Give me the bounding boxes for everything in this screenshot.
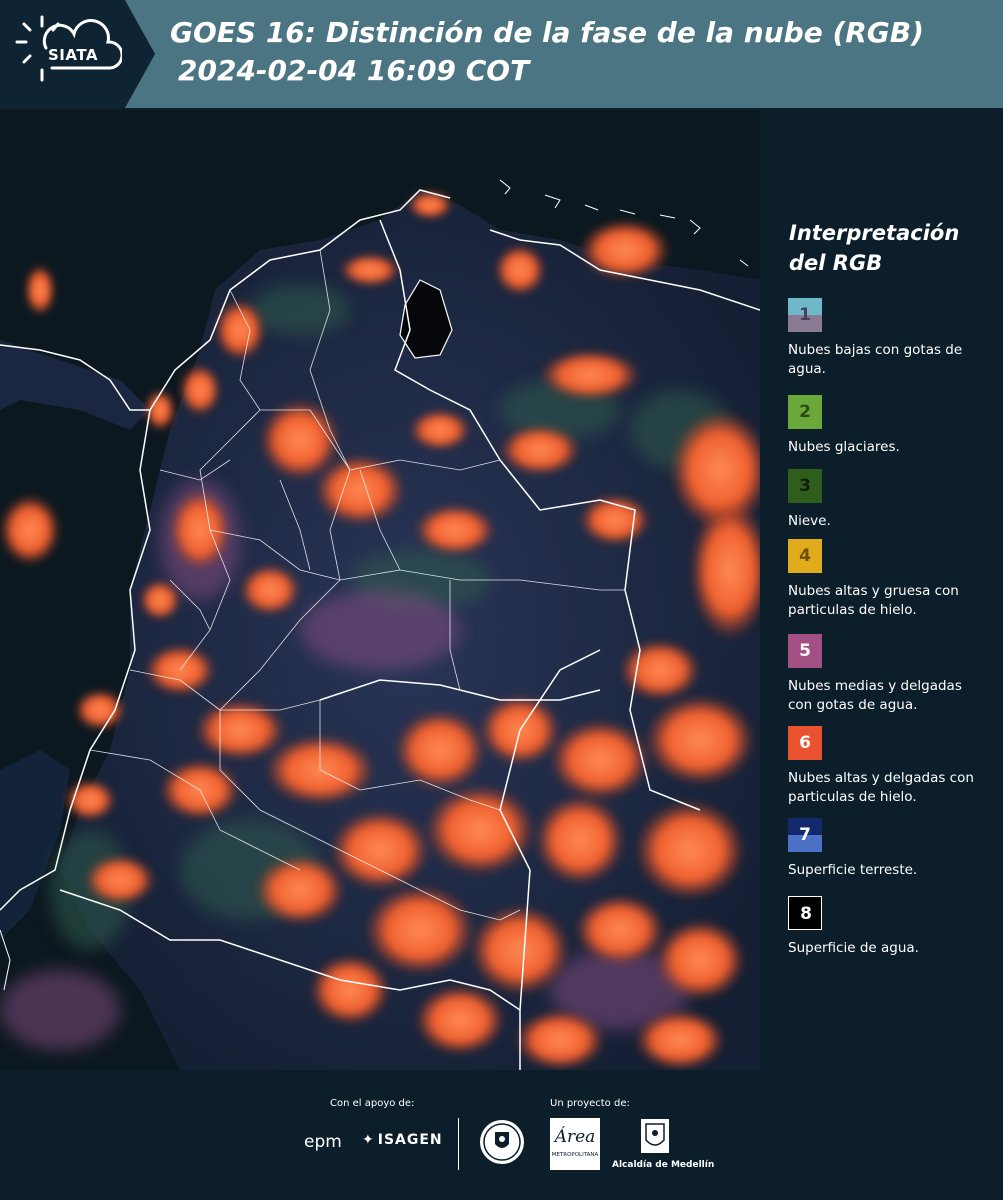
university-seal-icon[interactable] — [478, 1118, 526, 1166]
area-logo-text: Área — [553, 1126, 596, 1147]
page-title: GOES 16: Distinción de la fase de la nub… — [170, 14, 924, 90]
legend-number: 1 — [799, 305, 811, 325]
legend-item-7: 7 Superficie terreste. — [788, 818, 988, 880]
title-line-1: GOES 16: Distinción de la fase de la nub… — [170, 16, 924, 49]
legend-item-4: 4 Nubes altas y gruesa con particulas de… — [788, 539, 988, 620]
legend-swatch: 7 — [788, 818, 822, 852]
support-label: Con el apoyo de: — [330, 1098, 415, 1109]
legend-number: 8 — [800, 904, 812, 924]
legend-swatch: 4 — [788, 539, 822, 573]
isagen-mark-icon: ✦ — [362, 1132, 375, 1148]
legend-item-2: 2 Nubes glaciares. — [788, 395, 988, 457]
legend-label: Nubes bajas con gotas de agua. — [788, 342, 963, 377]
legend-number: 4 — [799, 546, 811, 566]
legend-panel: Interpretación del RGB 1 Nubes bajas con… — [760, 110, 1003, 1070]
legend-item-5: 5 Nubes medias y delgadas con gotas de a… — [788, 634, 988, 715]
legend-swatch: 6 — [788, 726, 822, 760]
legend-item-6: 6 Nubes altas y delgadas con particulas … — [788, 726, 988, 807]
legend-item-8: 8 Superficie de agua. — [788, 896, 988, 958]
legend-swatch: 5 — [788, 634, 822, 668]
legend-label: Nubes altas y gruesa con particulas de h… — [788, 583, 959, 618]
legend-label: Nieve. — [788, 513, 831, 529]
epm-logo[interactable]: epm — [304, 1132, 342, 1152]
legend-label: Nubes altas y delgadas con particulas de… — [788, 770, 974, 805]
logo-chevron — [125, 0, 155, 108]
satellite-image — [0, 110, 760, 1070]
legend-swatch: 1 — [788, 298, 822, 332]
footer-divider — [458, 1118, 459, 1170]
legend-swatch: 3 — [788, 469, 822, 503]
header-bar: SIATA GOES 16: Distinción de la fase de … — [0, 0, 1003, 108]
legend-label: Nubes glaciares. — [788, 439, 900, 455]
legend-label: Nubes medias y delgadas con gotas de agu… — [788, 678, 962, 713]
project-label: Un proyecto de: — [550, 1098, 630, 1109]
legend-number: 6 — [799, 733, 811, 753]
footer: Con el apoyo de: Un proyecto de: epm ✦ IS… — [0, 1070, 1003, 1200]
legend-swatch: 8 — [788, 896, 822, 930]
legend-number: 5 — [799, 641, 811, 661]
legend-label: Superficie terreste. — [788, 862, 918, 878]
legend-number: 7 — [799, 825, 811, 845]
area-metropolitana-logo[interactable]: Área METROPOLITANA — [550, 1118, 600, 1170]
title-line-2: 2024-02-04 16:09 COT — [178, 54, 530, 87]
area-logo-subtext: METROPOLITANA — [552, 1152, 599, 1158]
legend-title: Interpretación del RGB — [789, 221, 960, 275]
alcaldia-shield-icon[interactable] — [640, 1118, 670, 1154]
siata-logo[interactable]: SIATA — [0, 0, 125, 108]
isagen-logo[interactable]: ✦ ISAGEN — [362, 1132, 443, 1148]
legend-swatch: 2 — [788, 395, 822, 429]
legend-item-3: 3 Nieve. — [788, 469, 988, 531]
alcaldia-label: Alcaldía de Medellín — [612, 1160, 715, 1170]
legend-label: Superficie de agua. — [788, 940, 919, 956]
isagen-text: ISAGEN — [377, 1132, 443, 1148]
legend-number: 3 — [799, 476, 811, 496]
legend-item-1: 1 Nubes bajas con gotas de agua. — [788, 298, 988, 379]
satellite-map[interactable] — [0, 110, 760, 1070]
legend-number: 2 — [799, 402, 811, 422]
siata-logo-text: SIATA — [48, 46, 99, 64]
